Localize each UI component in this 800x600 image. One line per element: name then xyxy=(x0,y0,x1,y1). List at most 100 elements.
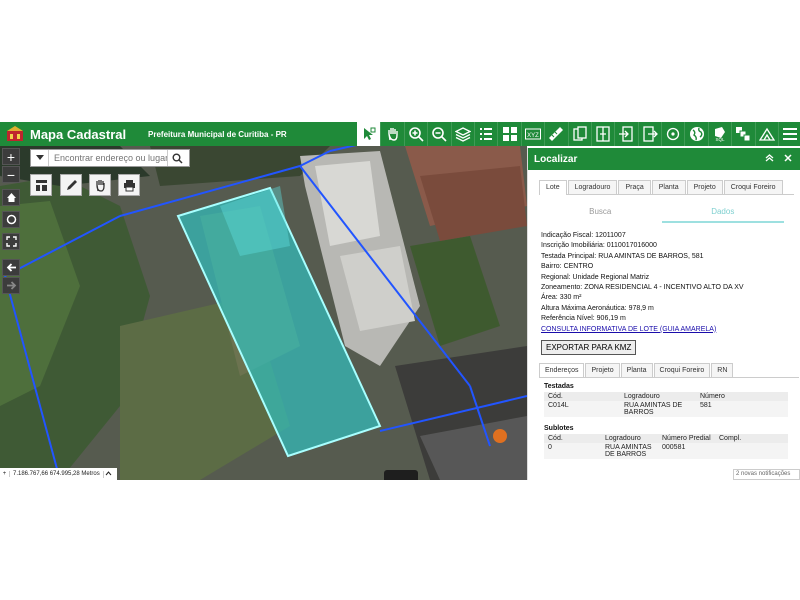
coord-toggle-button[interactable]: + xyxy=(0,471,10,477)
legend-list-button[interactable] xyxy=(473,122,497,146)
map-zoom-in-button[interactable]: + xyxy=(2,148,20,165)
map-view[interactable]: + − Encontrar endereço ou lugar + 7.186.… xyxy=(0,146,527,480)
map-zoom-out-button[interactable]: − xyxy=(2,166,20,183)
zoom-in-button[interactable] xyxy=(403,122,427,146)
sql-query-button[interactable]: SQL xyxy=(707,122,731,146)
measure-icon xyxy=(549,127,564,141)
locate-button[interactable] xyxy=(661,122,684,146)
detail-tabs: Endereços Projeto Planta Croqui Foreiro … xyxy=(539,363,799,379)
tab-detail-projeto[interactable]: Projeto xyxy=(585,363,620,378)
chevron-up-icon xyxy=(105,470,112,475)
tab-croqui-foreiro[interactable]: Croqui Foreiro xyxy=(723,180,783,194)
xyz-label: XYZ xyxy=(527,133,539,139)
header-cell: Logradouro xyxy=(624,393,660,401)
tab-projeto[interactable]: Projeto xyxy=(686,180,723,194)
close-panel-button[interactable] xyxy=(784,153,792,165)
table-row[interactable]: 0 RUA AMINTAS DE BARROS 000581 xyxy=(544,443,788,460)
arrow-left-icon xyxy=(6,263,16,272)
tab-planta[interactable]: Planta xyxy=(651,180,686,194)
close-icon xyxy=(784,153,792,162)
header-cell: Cód. xyxy=(548,435,563,443)
expand-icon xyxy=(5,236,17,247)
sublotes-title: Sublotes xyxy=(544,425,574,433)
grid-icon xyxy=(502,127,517,141)
double-chevron-up-icon xyxy=(765,153,774,161)
info-altura: Altura Máxima Aeronáutica: 978,9 m xyxy=(541,304,654,312)
info-referencia: Referência Nível: 906,19 m xyxy=(541,315,626,323)
layers-icon xyxy=(454,127,471,142)
tab-enderecos[interactable]: Endereços xyxy=(539,363,585,378)
import-button[interactable] xyxy=(614,122,637,146)
draw-tool-button[interactable] xyxy=(60,174,82,196)
panel-title: Localizar xyxy=(534,153,578,165)
table-cell: C014L xyxy=(548,402,569,410)
table-row[interactable]: C014L RUA AMINTAS DE BARROS 581 xyxy=(544,401,788,418)
subtab-dados[interactable]: Dados xyxy=(661,203,784,223)
table-cell: RUA AMINTAS DE BARROS xyxy=(605,444,652,459)
main-toolbar: XYZ SQL xyxy=(357,122,800,146)
search-input[interactable] xyxy=(49,153,167,163)
select-tool-button[interactable] xyxy=(30,174,52,196)
curitiba-logo-icon xyxy=(4,125,26,143)
locate-me-button[interactable] xyxy=(2,211,20,228)
import-icon xyxy=(619,126,634,142)
search-source-dropdown[interactable] xyxy=(31,150,49,166)
tab-logradouro[interactable]: Logradouro xyxy=(567,180,618,194)
split-view-button[interactable] xyxy=(590,122,614,146)
next-extent-button[interactable] xyxy=(2,277,20,294)
layers-button[interactable] xyxy=(450,122,474,146)
basemap-grid-button[interactable] xyxy=(497,122,520,146)
list-icon xyxy=(480,128,493,140)
export-icon xyxy=(643,126,658,142)
pan-tool-button[interactable] xyxy=(380,122,403,146)
header-cell: Número Predial xyxy=(662,435,711,443)
zoom-out-button[interactable] xyxy=(427,122,450,146)
documents-button[interactable] xyxy=(567,122,591,146)
print-button[interactable] xyxy=(118,174,140,196)
header-cell: Compl. xyxy=(719,435,742,443)
tab-detail-rn[interactable]: RN xyxy=(711,363,734,378)
header-cell: Logradouro xyxy=(605,435,641,443)
xyz-coords-button[interactable]: XYZ xyxy=(520,122,544,146)
consulta-informativa-link[interactable]: CONSULTA INFORMATIVA DE LOTE (GUIA AMARE… xyxy=(541,325,800,335)
table-cell: 0 xyxy=(548,444,552,452)
tab-lote[interactable]: Lote xyxy=(539,180,567,195)
zoom-in-icon xyxy=(409,127,424,142)
search-button[interactable] xyxy=(167,150,187,166)
tab-detail-croqui[interactable]: Croqui Foreiro xyxy=(653,363,711,378)
export-button[interactable] xyxy=(637,122,661,146)
full-extent-button[interactable] xyxy=(2,233,20,250)
scale-handle[interactable] xyxy=(384,470,418,480)
hand-pointer-icon xyxy=(95,179,105,192)
area-tool-button[interactable] xyxy=(754,122,778,146)
export-kmz-button[interactable]: EXPORTAR PARA KMZ xyxy=(541,340,637,356)
menu-icon xyxy=(783,128,798,140)
xyz-icon: XYZ xyxy=(524,128,541,140)
measure-button[interactable] xyxy=(544,122,567,146)
coord-expand-button[interactable] xyxy=(102,470,113,478)
home-button[interactable] xyxy=(2,189,20,206)
previous-extent-button[interactable] xyxy=(2,259,20,276)
circle-icon xyxy=(6,214,16,225)
table-cell: 581 xyxy=(700,402,712,410)
testadas-table: Cód. Logradouro Número C014L RUA AMINTAS… xyxy=(544,392,788,418)
layers-stack-icon xyxy=(736,127,751,142)
layer-stack-button[interactable] xyxy=(731,122,754,146)
tab-detail-planta[interactable]: Planta xyxy=(620,363,653,378)
identify-tool-button[interactable] xyxy=(357,122,381,146)
subtab-busca[interactable]: Busca xyxy=(539,203,662,223)
notifications-toast[interactable]: 2 novas notificações xyxy=(733,469,800,480)
tab-praca[interactable]: Praça xyxy=(618,180,651,194)
aerial-map-image xyxy=(0,146,527,480)
table-cell xyxy=(715,443,775,459)
identify-map-button[interactable] xyxy=(89,174,111,196)
info-testada: Testada Principal: RUA AMINTAS DE BARROS… xyxy=(541,252,704,260)
search-bar xyxy=(30,149,190,167)
header-cell: Número xyxy=(700,393,725,401)
printer-icon xyxy=(123,179,135,191)
menu-button[interactable] xyxy=(778,122,800,146)
globe-button[interactable] xyxy=(684,122,707,146)
collapse-panel-button[interactable] xyxy=(765,153,774,165)
info-area: Área: 330 m² xyxy=(541,294,582,302)
table-cell: RUA AMINTAS DE BARROS xyxy=(624,402,683,417)
